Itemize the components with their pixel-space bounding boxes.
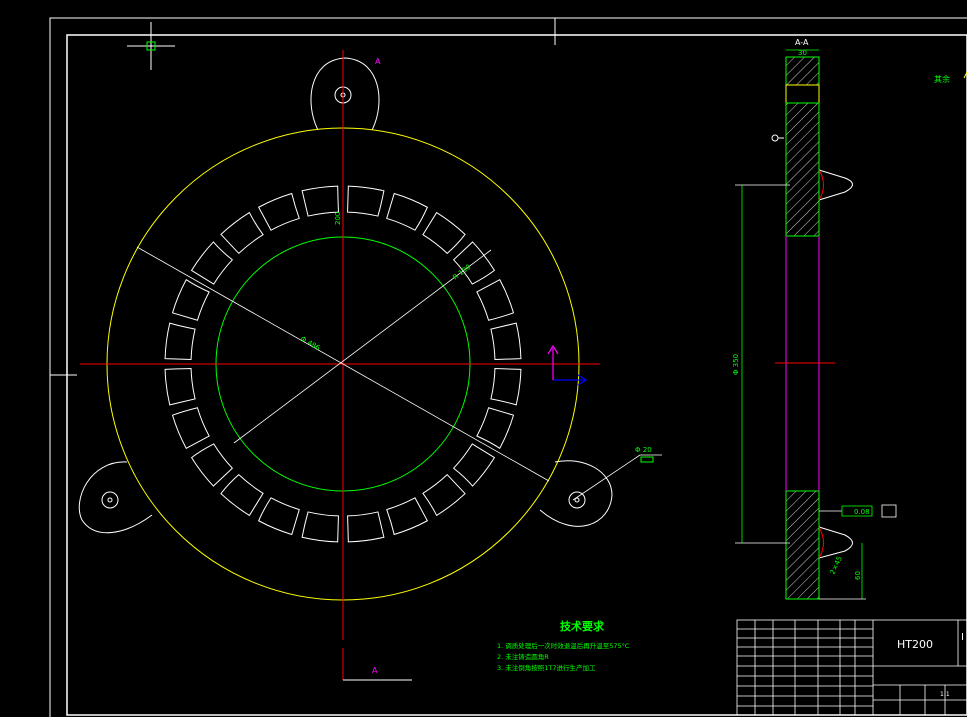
slot bbox=[258, 497, 300, 536]
slot bbox=[347, 185, 385, 217]
slot bbox=[386, 497, 429, 536]
cut-mark-top: A bbox=[375, 57, 381, 66]
svg-text:I: I bbox=[961, 632, 964, 643]
title-block-texts: HT200 1:1 I bbox=[897, 632, 964, 698]
dim-chamfer: 2×45 bbox=[829, 555, 844, 576]
slot bbox=[476, 278, 515, 321]
drawing-frame bbox=[49, 17, 967, 717]
slot bbox=[490, 368, 522, 406]
slot bbox=[171, 278, 210, 321]
crosshair-cursor bbox=[127, 22, 175, 70]
material-label: HT200 bbox=[897, 638, 933, 651]
section-texts: A-A 30 Φ 350 0.08 60 2×45 其余 bbox=[732, 38, 950, 580]
dim-outer-dia: Φ 486 bbox=[299, 335, 322, 353]
drawing-canvas: A A Φ 486 R 190 200 Φ 20 A-A 30 Φ 350 0.… bbox=[49, 17, 967, 717]
slot bbox=[476, 407, 515, 450]
slot bbox=[164, 368, 196, 406]
center-lines bbox=[80, 50, 600, 681]
dimension-lines bbox=[136, 246, 662, 501]
tech-req-line-1: 1. 调质处理后一次时效退温后再升温至575°C bbox=[497, 641, 630, 650]
slot bbox=[386, 192, 428, 231]
slot bbox=[190, 443, 234, 487]
title-block bbox=[736, 619, 967, 716]
slot bbox=[220, 473, 264, 517]
dim-hole: Φ 20 bbox=[635, 446, 652, 454]
slot bbox=[452, 443, 496, 487]
slot bbox=[301, 511, 339, 543]
hole-tag-box bbox=[640, 456, 654, 463]
slot bbox=[347, 511, 385, 543]
scale-label: 1:1 bbox=[940, 691, 950, 698]
roughness-label: 其余 bbox=[934, 74, 950, 84]
ucs-icon bbox=[547, 344, 588, 386]
dim-vertical-small: 200 bbox=[334, 212, 342, 225]
dim-top-width: 30 bbox=[798, 49, 807, 57]
slot bbox=[190, 241, 234, 285]
tech-req-line-2: 2. 未注铸造圆角R bbox=[497, 652, 549, 661]
dim-flatness: 0.08 bbox=[854, 508, 870, 516]
dim-height: Φ 350 bbox=[732, 354, 740, 375]
flange-lugs bbox=[78, 57, 613, 534]
dim-bottom: 60 bbox=[854, 571, 862, 580]
slot bbox=[490, 322, 522, 360]
slot bbox=[301, 185, 339, 217]
section-label: A-A bbox=[795, 38, 809, 47]
cut-mark-bottom: A bbox=[372, 666, 378, 675]
slot bbox=[422, 473, 466, 517]
slot bbox=[164, 322, 196, 360]
slot bbox=[257, 192, 300, 231]
section-view bbox=[735, 49, 897, 600]
slot bbox=[171, 407, 210, 450]
tech-req-line-3: 3. 未注倒角按照1T7进行生产加工 bbox=[497, 663, 596, 672]
front-view-dimension-texts: A A Φ 486 R 190 200 Φ 20 bbox=[299, 57, 652, 675]
tech-requirements: 技术要求 1. 调质处理后一次时效退温后再升温至575°C 2. 未注铸造圆角R… bbox=[497, 619, 630, 672]
slot bbox=[220, 211, 264, 255]
tech-req-title: 技术要求 bbox=[560, 619, 605, 633]
slot bbox=[422, 211, 466, 255]
